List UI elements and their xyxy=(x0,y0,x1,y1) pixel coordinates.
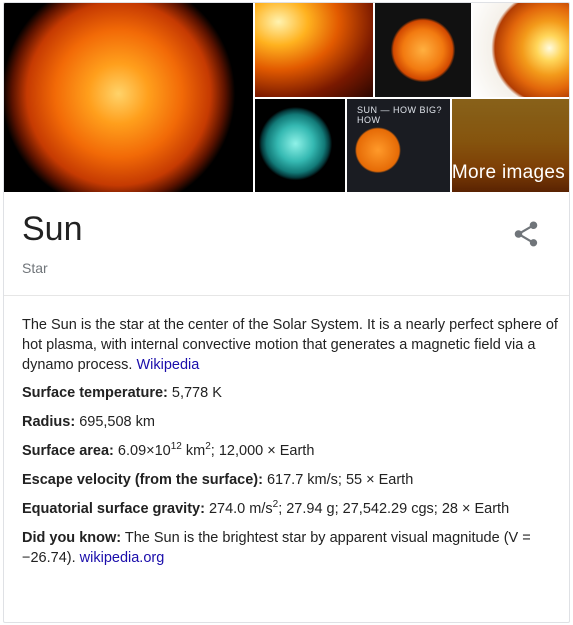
fact-value-unit: km xyxy=(181,443,206,459)
fact-value-pre: 274.0 m/s xyxy=(208,501,273,517)
image-solar-prominence[interactable] xyxy=(255,3,373,97)
fact-value: 5,778 K xyxy=(171,385,222,401)
image-sun-infographic[interactable]: SUN — HOW BIG? HOW xyxy=(347,99,450,192)
fact-surface-area: Surface area: 6.09×1012 km2; 12,000 × Ea… xyxy=(22,441,558,461)
did-you-know: Did you know: The Sun is the brightest s… xyxy=(22,528,558,568)
share-icon[interactable] xyxy=(511,219,541,249)
image-sun-disc[interactable] xyxy=(375,3,471,97)
image-gallery: SUN — HOW BIG? HOW More images xyxy=(4,3,569,192)
fact-label: Surface temperature: xyxy=(22,385,168,401)
image-sun-main[interactable] xyxy=(4,3,253,192)
infographic-label: SUN — HOW BIG? HOW xyxy=(357,105,443,125)
description-text: The Sun is the star at the center of the… xyxy=(22,317,558,373)
fact-value: 695,508 km xyxy=(79,414,155,430)
entity-subtitle: Star xyxy=(22,260,48,276)
fact-value: 617.7 km/s; 55 × Earth xyxy=(266,472,414,488)
entity-title: Sun xyxy=(22,210,83,248)
entity-header: Sun Star xyxy=(4,192,569,296)
fact-label: Radius: xyxy=(22,414,76,430)
knowledge-panel: SUN — HOW BIG? HOW More images Sun Star … xyxy=(3,2,570,623)
fact-radius: Radius: 695,508 km xyxy=(22,412,558,432)
description: The Sun is the star at the center of the… xyxy=(22,315,558,375)
fact-label: Surface area: xyxy=(22,443,114,459)
wikipedia-link[interactable]: Wikipedia xyxy=(136,357,199,373)
more-images-link[interactable]: More images xyxy=(452,162,565,184)
fact-value-pre: 6.09×10 xyxy=(117,443,171,459)
fact-surface-temperature: Surface temperature: 5,778 K xyxy=(22,383,558,403)
fact-escape-velocity: Escape velocity (from the surface): 617.… xyxy=(22,470,558,490)
did-you-know-label: Did you know: xyxy=(22,530,122,546)
fact-value-post: ; 27.94 g; 27,542.29 cgs; 28 × Earth xyxy=(278,501,510,517)
fact-exponent: 12 xyxy=(170,441,182,453)
fact-surface-gravity: Equatorial surface gravity: 274.0 m/s2; … xyxy=(22,499,558,519)
fact-label: Escape velocity (from the surface): xyxy=(22,472,263,488)
image-sun-ultraviolet[interactable] xyxy=(255,99,345,192)
panel-body: The Sun is the star at the center of the… xyxy=(22,315,558,577)
fact-value-post: ; 12,000 × Earth xyxy=(210,443,315,459)
wikipedia-org-link[interactable]: wikipedia.org xyxy=(80,550,165,566)
fact-label: Equatorial surface gravity: xyxy=(22,501,205,517)
image-sun-cutaway[interactable] xyxy=(473,3,569,97)
